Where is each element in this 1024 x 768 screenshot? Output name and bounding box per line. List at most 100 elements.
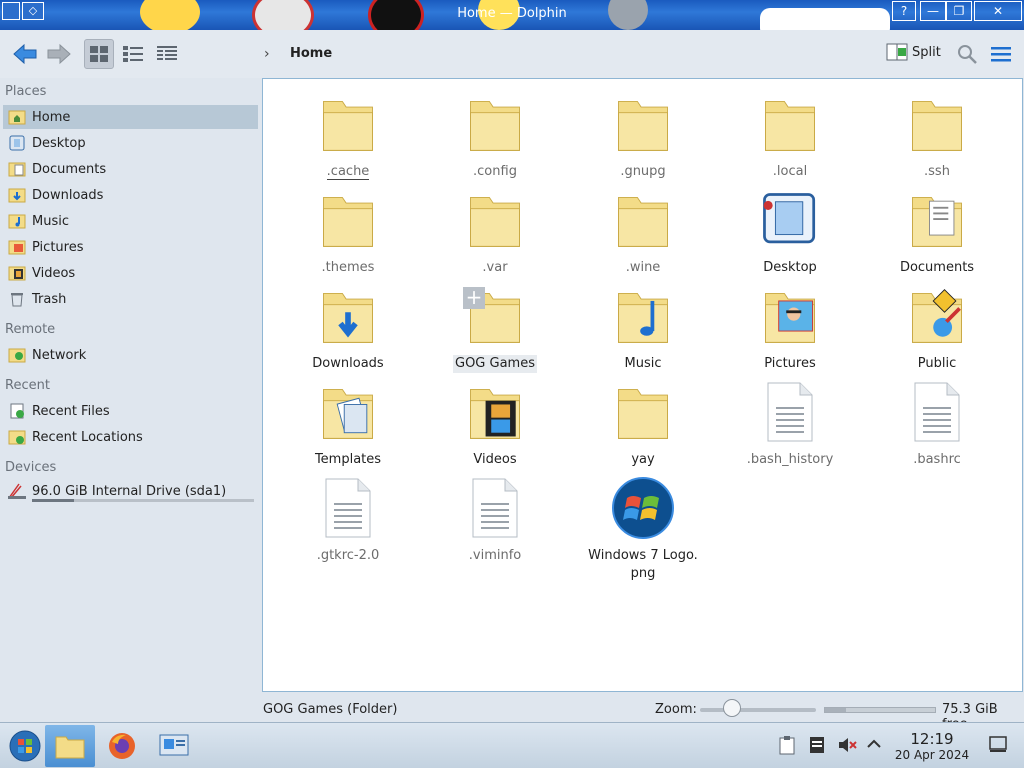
hamburger-menu-button[interactable] (988, 39, 1014, 69)
taskbar-dolphin[interactable] (45, 725, 95, 767)
file-label: .gnupg (620, 164, 666, 179)
file-item[interactable]: Downloads (288, 281, 408, 373)
compact-view-button[interactable] (118, 39, 148, 69)
breadcrumb-home[interactable]: Home (290, 46, 332, 61)
icons-view-button[interactable] (84, 39, 114, 69)
folder-icon (765, 100, 815, 151)
taskbar-system-settings[interactable] (149, 725, 199, 767)
search-icon (958, 45, 977, 64)
clock[interactable]: 12:19 20 Apr 2024 (890, 731, 974, 763)
folder-icon (323, 292, 373, 343)
file-view[interactable]: .cache .config .gnupg .local .ssh .themes .var… (262, 78, 1023, 692)
file-label: Pictures (764, 356, 816, 371)
file-item[interactable]: Music (583, 281, 703, 373)
file-item[interactable]: .wine (583, 185, 703, 277)
sidebar-item-recent-locations[interactable]: Recent Locations (3, 425, 258, 449)
sidebar-item-documents[interactable]: Documents (3, 157, 258, 181)
file-item[interactable]: yay (583, 377, 703, 469)
system-settings-icon (159, 734, 189, 756)
folder-icon (55, 736, 85, 759)
window-titlebar[interactable]: ◇ Home — Dolphin ? — ❐ ✕ (0, 0, 1024, 30)
window-title: Home — Dolphin (457, 6, 567, 21)
taskbar-firefox[interactable] (97, 725, 147, 767)
tray-volume[interactable] (837, 735, 857, 759)
file-item[interactable]: .gtkrc-2.0 (288, 473, 408, 565)
arrow-left-icon (13, 43, 37, 65)
sidebar-item-music[interactable]: Music (3, 209, 258, 233)
file-item[interactable]: .config (435, 89, 555, 181)
zoom-slider-handle[interactable] (723, 699, 742, 717)
desktop-icon (763, 193, 816, 244)
file-icon (460, 377, 530, 447)
file-item[interactable]: .local (730, 89, 850, 181)
sidebar-item-downloads[interactable]: Downloads (3, 183, 258, 207)
file-icon (460, 185, 530, 255)
file-item[interactable]: .bash_history (730, 377, 850, 469)
tray-notes[interactable] (808, 735, 826, 759)
close-button[interactable]: ✕ (974, 1, 1022, 21)
split-button[interactable]: Split (886, 42, 941, 62)
tray-expand[interactable] (866, 735, 882, 757)
file-item[interactable]: Documents (877, 185, 997, 277)
details-view-icon (157, 46, 177, 60)
sidebar-item-desktop[interactable]: Desktop (3, 131, 258, 155)
minimize-button[interactable]: — (920, 1, 946, 21)
file-label: .ssh (924, 164, 950, 179)
file-item[interactable]: .gnupg (583, 89, 703, 181)
folder-icon (912, 288, 962, 343)
sidebar-item-pictures[interactable]: Pictures (3, 235, 258, 259)
file-label: .local (772, 164, 808, 179)
sidebar-item-trash[interactable]: Trash (3, 287, 258, 311)
network-folder-icon (7, 346, 27, 364)
file-item[interactable]: .var (435, 185, 555, 277)
show-desktop-button[interactable] (988, 735, 1008, 757)
folder-icon (323, 388, 373, 439)
start-orb-icon (9, 730, 41, 762)
file-item[interactable]: .ssh (877, 89, 997, 181)
file-icon (608, 473, 678, 543)
hamburger-menu-icon (991, 47, 1011, 62)
file-label: .wine (625, 260, 661, 275)
zoom-slider-track[interactable] (700, 708, 816, 712)
select-toggle-plus-icon[interactable]: + (463, 287, 485, 309)
file-item[interactable]: Templates (288, 377, 408, 469)
file-icon (313, 377, 383, 447)
maximize-button[interactable]: ❐ (946, 1, 972, 21)
back-button[interactable] (8, 39, 42, 69)
start-button[interactable] (0, 725, 50, 767)
file-item[interactable]: .themes (288, 185, 408, 277)
file-item[interactable]: Desktop (730, 185, 850, 277)
file-icon (902, 185, 972, 255)
sidebar-item-home[interactable]: Home (3, 105, 258, 129)
desktop-icon (7, 134, 27, 152)
file-icon (608, 185, 678, 255)
section-remote: Remote (5, 322, 56, 337)
file-item[interactable]: .viminfo (435, 473, 555, 565)
drive-icon (7, 482, 27, 500)
file-icon (608, 377, 678, 447)
windows-logo-image-icon (612, 477, 674, 539)
selection-status: GOG Games (Folder) (263, 702, 398, 717)
search-button[interactable] (954, 39, 980, 69)
file-item[interactable]: Videos (435, 377, 555, 469)
file-icon (902, 281, 972, 351)
trash-icon (7, 290, 27, 308)
tray-clipboard[interactable] (778, 735, 796, 759)
sidebar-item-network[interactable]: Network (3, 343, 258, 367)
file-item[interactable]: .cache (288, 89, 408, 181)
file-item[interactable]: Pictures (730, 281, 850, 373)
text-file-icon (767, 382, 813, 442)
file-item[interactable]: Public (877, 281, 997, 373)
details-view-button[interactable] (152, 39, 182, 69)
music-folder-icon (7, 212, 27, 230)
file-item[interactable]: .bashrc (877, 377, 997, 469)
file-item[interactable]: + GOG Games (435, 281, 555, 373)
forward-button[interactable] (42, 39, 76, 69)
help-button[interactable]: ? (892, 1, 916, 21)
sidebar-item-videos[interactable]: Videos (3, 261, 258, 285)
recent-files-icon (7, 402, 27, 420)
sidebar-item-recent-files[interactable]: Recent Files (3, 399, 258, 423)
file-item[interactable]: Windows 7 Logo. png (583, 473, 703, 583)
breadcrumb-chevron-icon[interactable]: › (264, 46, 270, 62)
file-label: Documents (899, 260, 975, 275)
